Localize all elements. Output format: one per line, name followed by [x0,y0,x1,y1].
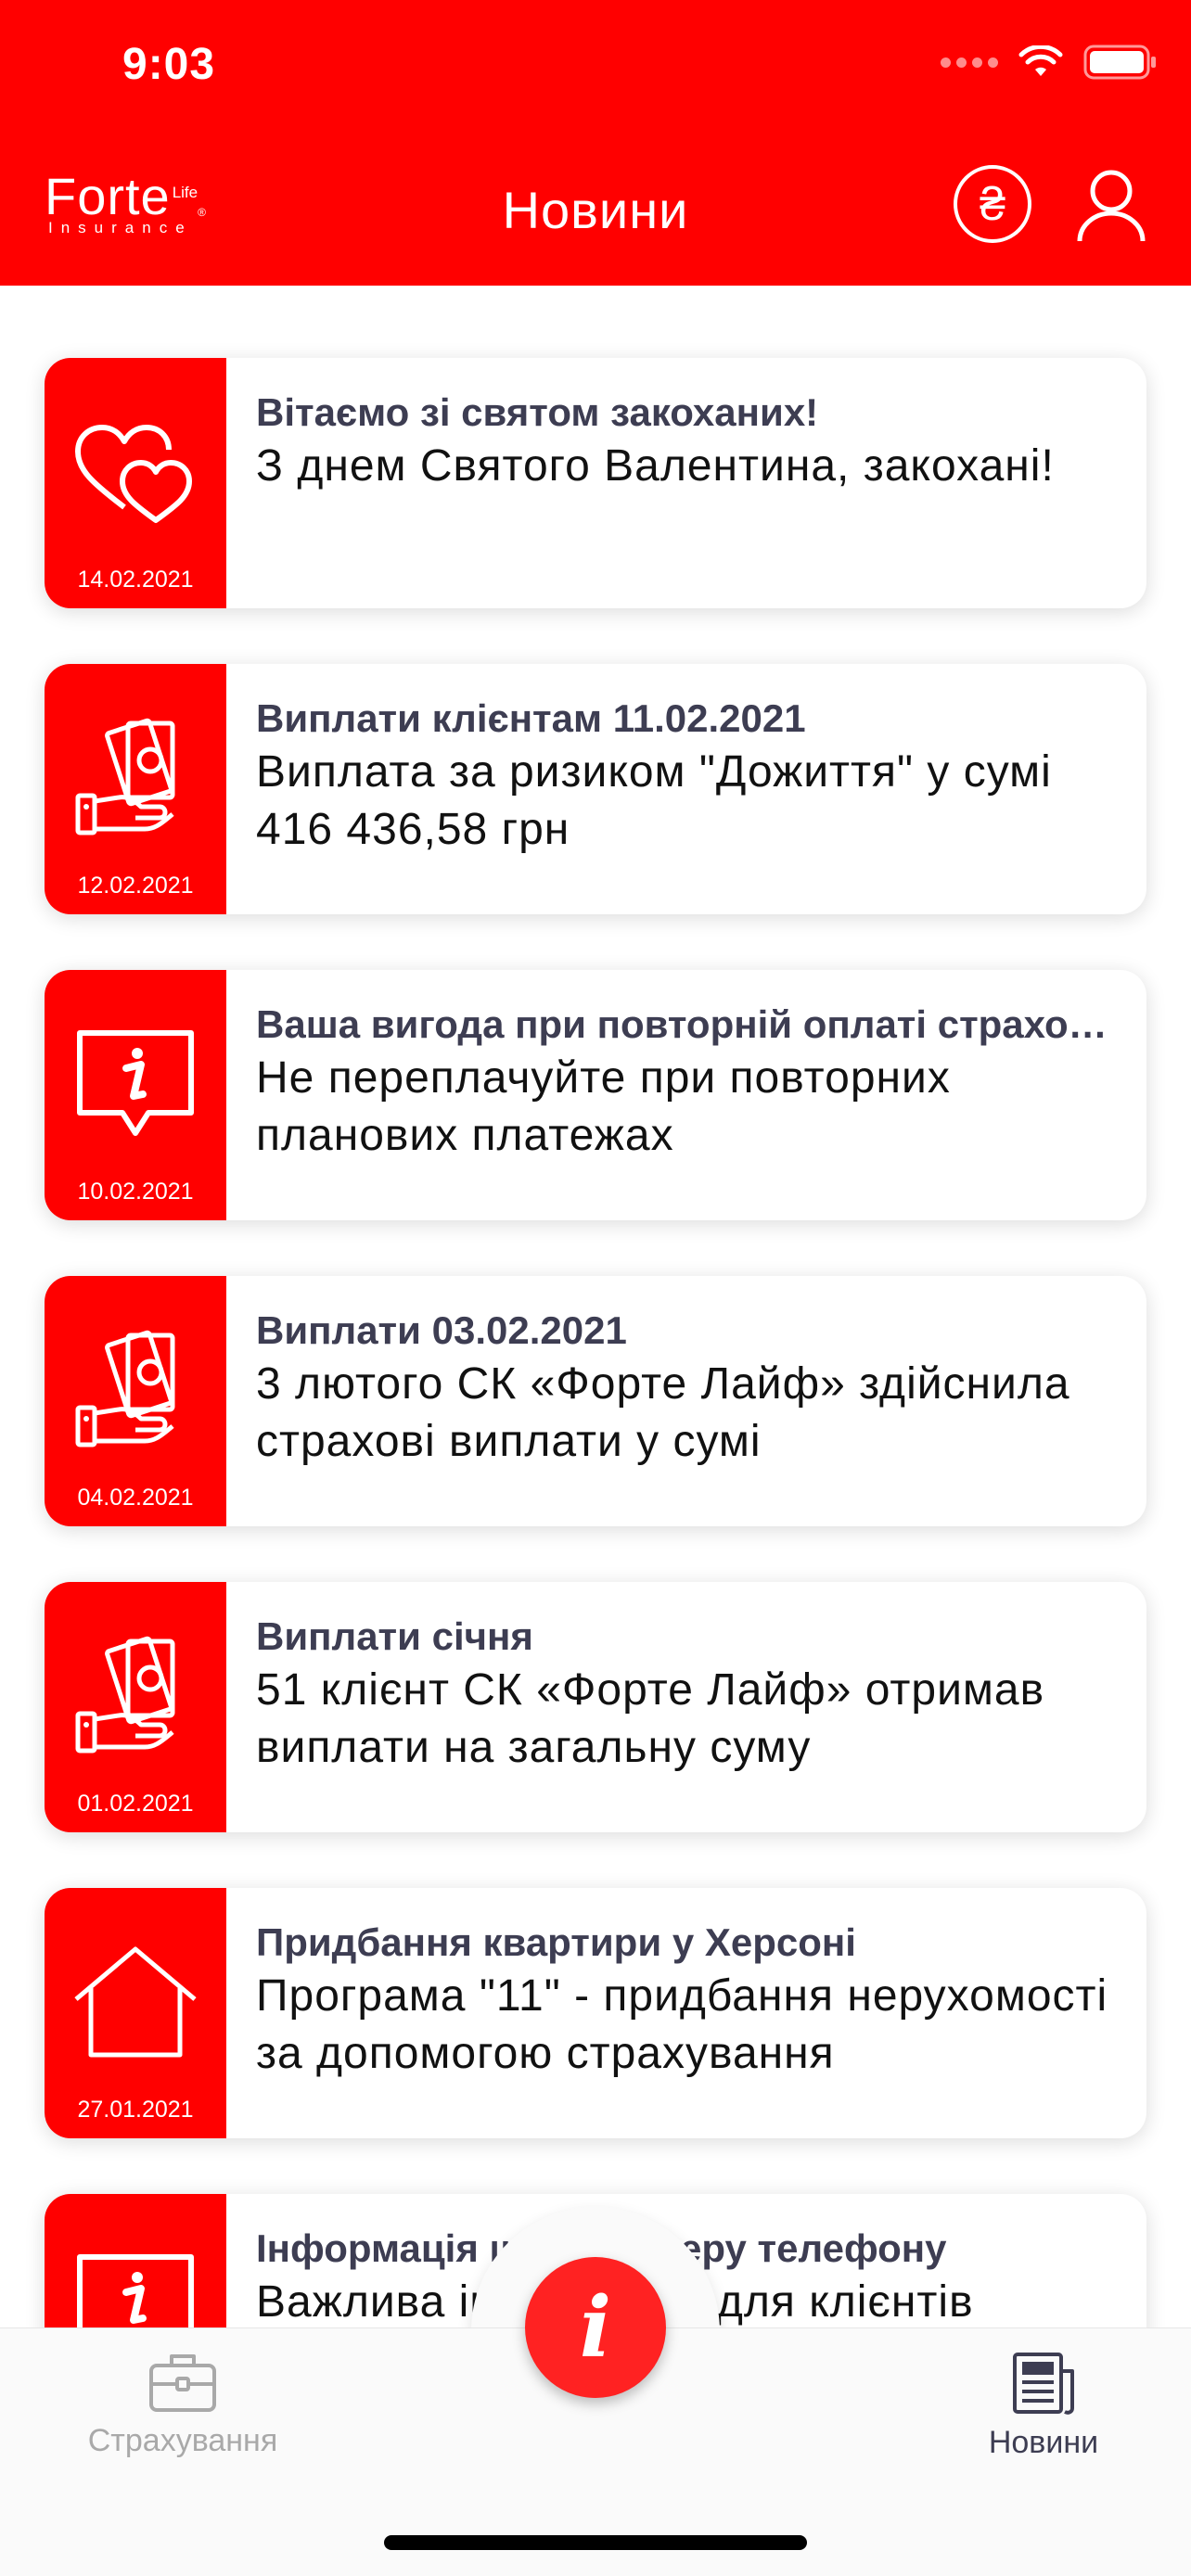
user-icon [1077,170,1146,242]
news-list[interactable]: 14.02.2021 Вітаємо зі святом закоханих! … [0,286,1191,2327]
news-title: Виплати 03.02.2021 [256,1308,627,1352]
news-date: 14.02.2021 [77,567,194,593]
info-icon: i [579,2278,612,2377]
newspaper-icon [1013,2353,1074,2415]
news-preview: 3 лютого СК «Форте Лайф» здійснила страх… [256,1359,1070,1466]
briefcase-icon [149,2354,216,2412]
news-title: Придбання квартири у Херсоні [256,1920,856,1964]
news-card[interactable]: 27.01.2021 Придбання квартири у Херсоні … [45,1888,1146,2138]
news-title: Виплати січня [256,1614,533,1658]
news-card-badge: 04.02.2021 [45,1276,226,1526]
news-title: Вітаємо зі святом закоханих! [256,390,819,434]
news-date: 27.01.2021 [77,2097,194,2123]
news-card[interactable]: 04.02.2021 Виплати 03.02.2021 3 лютого С… [45,1276,1146,1526]
info-button[interactable]: i [525,2257,666,2398]
tab-news-label: Новини [988,2425,1099,2460]
news-date: 01.02.2021 [77,1791,194,1817]
news-card[interactable]: 01.02.2021 Виплати січня 51 клієнт СК «Ф… [45,1582,1146,1832]
news-card[interactable]: 14.02.2021 Вітаємо зі святом закоханих! … [45,358,1146,608]
info-bubble-icon [77,1030,194,1136]
news-card-badge [45,2194,226,2327]
news-preview: Виплата за ризиком "Дожиття" у сумі 416 … [256,747,1052,854]
news-preview: Програма "11" - придбання нерухомості за… [256,1971,1108,2078]
currency-button[interactable]: ₴ [954,165,1031,243]
news-date: 10.02.2021 [77,1179,194,1205]
battery-icon [1083,45,1156,80]
tab-news[interactable]: Новини [955,2351,1132,2461]
house-icon [74,1946,197,2058]
news-date: 04.02.2021 [77,1485,194,1511]
money-hand-icon [75,1330,175,1447]
profile-button[interactable] [1076,169,1146,248]
news-title: Ваша вигода при повторній оплаті страхов… [256,1002,1121,1046]
info-bubble-icon [77,2254,194,2327]
news-card[interactable]: 12.02.2021 Виплати клієнтам 11.02.2021 В… [45,664,1146,914]
tab-insurance-label: Страхування [87,2423,278,2458]
news-card-badge: 27.01.2021 [45,1888,226,2138]
news-title: Виплати клієнтам 11.02.2021 [256,696,806,740]
wifi-icon [1018,45,1063,76]
money-hand-icon [75,718,175,835]
app-header: 9:03 Forte Life® Insurance Новини ₴ [0,0,1191,286]
status-time: 9:03 [122,40,216,89]
news-preview: 51 клієнт СК «Форте Лайф» отримав виплат… [256,1665,1045,1772]
news-card[interactable]: 10.02.2021 Ваша вигода при повторній опл… [45,970,1146,1220]
status-icons [941,45,1158,80]
news-card-badge: 12.02.2021 [45,664,226,914]
news-preview: Не переплачуйте при повторних планових п… [256,1053,951,1160]
news-card-badge: 14.02.2021 [45,358,226,608]
news-card-badge: 10.02.2021 [45,970,226,1220]
money-hand-icon [75,1636,175,1753]
home-indicator [384,2535,807,2550]
news-date: 12.02.2021 [77,873,194,899]
tab-insurance[interactable]: Страхування [76,2351,289,2459]
news-preview: З днем Святого Валентина, закохані! [256,441,1055,491]
hryvnia-icon: ₴ [980,178,1005,230]
news-card-badge: 01.02.2021 [45,1582,226,1832]
hearts-icon [75,425,192,523]
signal-icon [941,57,998,68]
